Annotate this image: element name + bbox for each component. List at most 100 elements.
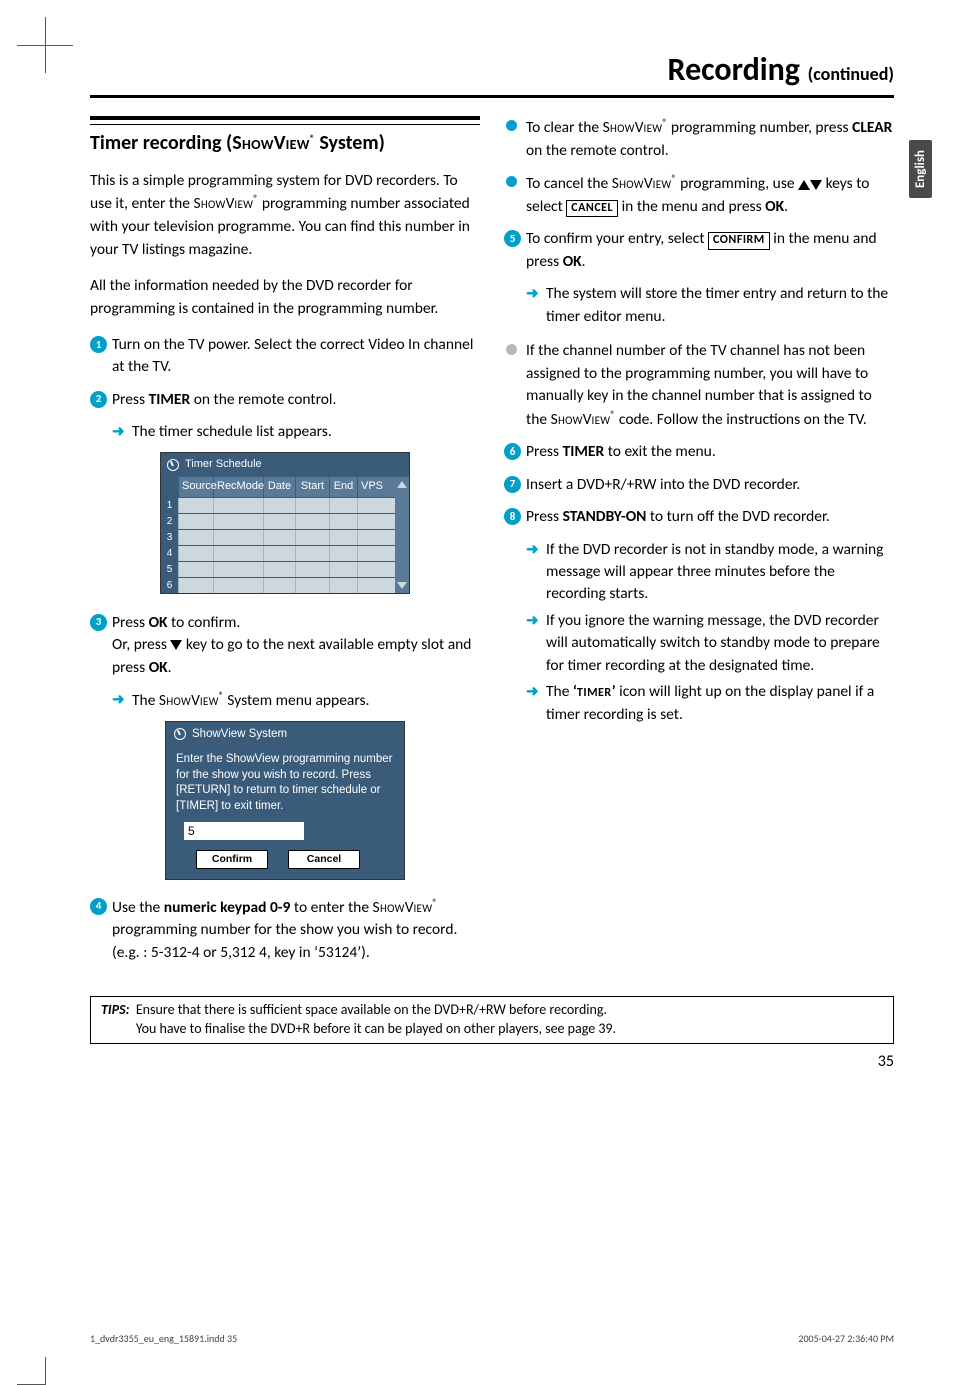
table-row: 4 bbox=[161, 545, 395, 561]
footer-timestamp: 2005-04-27 2:36:40 PM bbox=[798, 1332, 894, 1345]
col-recmode: RecMode bbox=[214, 477, 264, 497]
timer-schedule-header: Source RecMode Date Start End VPS bbox=[161, 477, 395, 497]
language-tab: English bbox=[909, 140, 932, 198]
showview-instructions: Enter the ShowView programming number fo… bbox=[176, 752, 394, 814]
step-8-result-2: ➜ If you ignore the warning message, the… bbox=[504, 610, 894, 677]
step-4-example: (e.g. : 5-312-4 or 5,312 4, key in ‘5312… bbox=[112, 943, 370, 962]
step-number-7: 7 bbox=[504, 476, 521, 493]
step-3-result-text: The ShowView® System menu appears. bbox=[132, 691, 369, 710]
step-7-text: Insert a DVD+R/+RW into the DVD recorder… bbox=[526, 475, 800, 494]
bullet-cancel-text: To cancel the ShowView® programming, use… bbox=[526, 174, 869, 215]
triangle-up-icon bbox=[798, 180, 810, 190]
tips-label: TIPS: bbox=[101, 1001, 130, 1018]
timer-schedule-box: Timer Schedule Source RecMode Date Start… bbox=[160, 452, 410, 594]
triangle-down-icon bbox=[170, 640, 182, 650]
page-number: 35 bbox=[90, 1052, 894, 1071]
arrow-icon: ➜ bbox=[112, 690, 125, 712]
step-8-result-1: ➜ If the DVD recorder is not in standby … bbox=[504, 539, 894, 606]
intro-paragraph-2: All the information needed by the DVD re… bbox=[90, 275, 480, 320]
step-8: 8 Press STANDBY-ON to turn off the DVD r… bbox=[504, 506, 894, 528]
page-title-continued: (continued) bbox=[808, 63, 894, 85]
showview-title-row: ShowView System bbox=[166, 722, 404, 747]
tips-line-2: You have to finalise the DVD+R before it… bbox=[136, 1020, 616, 1037]
tips-box: TIPS: Ensure that there is sufficient sp… bbox=[90, 996, 894, 1044]
step-3-text-a: Press OK to confirm. bbox=[112, 613, 240, 632]
showview-cancel-button: Cancel bbox=[288, 850, 360, 868]
table-row: 3 bbox=[161, 529, 395, 545]
step-1-text: Turn on the TV power. Select the correct… bbox=[112, 335, 473, 376]
intro-paragraph-1: This is a simple programming system for … bbox=[90, 170, 480, 261]
step-5: 5 To confirm your entry, select CONFIRM … bbox=[504, 228, 894, 273]
bullet-clear-text: To clear the ShowView® programming numbe… bbox=[526, 118, 892, 159]
col-source: Source bbox=[179, 477, 214, 497]
step-5-result: ➜ The system will store the timer entry … bbox=[504, 283, 894, 328]
step-number-6: 6 bbox=[504, 443, 521, 460]
cancel-label-box: CANCEL bbox=[566, 200, 618, 218]
showview-body: Enter the ShowView programming number fo… bbox=[166, 746, 404, 878]
step-6-text: Press TIMER to exit the menu. bbox=[526, 442, 716, 461]
step-2: 2 Press TIMER on the remote control. bbox=[90, 389, 480, 411]
step-number-2: 2 bbox=[90, 391, 107, 408]
right-column: To clear the ShowView® programming numbe… bbox=[504, 116, 894, 974]
bullet-icon bbox=[506, 176, 517, 187]
table-row: 6 bbox=[161, 577, 395, 593]
step-5-text: To confirm your entry, select CONFIRM in… bbox=[526, 229, 877, 270]
col-vps: VPS bbox=[358, 477, 385, 497]
step-2-result: ➜ The timer schedule list appears. bbox=[90, 421, 480, 443]
col-end: End bbox=[330, 477, 358, 497]
step-number-3: 3 bbox=[90, 614, 107, 631]
table-row: 1 bbox=[161, 497, 395, 513]
step-8-result-3-text: The ‘TIMER’ icon will light up on the di… bbox=[546, 682, 874, 723]
clock-icon bbox=[167, 459, 179, 471]
left-column: Timer recording (ShowView® System) This … bbox=[90, 116, 480, 974]
col-start: Start bbox=[296, 477, 330, 497]
step-2-text: Press TIMER on the remote control. bbox=[112, 390, 336, 409]
table-row: 2 bbox=[161, 513, 395, 529]
step-3-text-b: Or, press key to go to the next availabl… bbox=[112, 635, 471, 676]
timer-schedule-title-row: Timer Schedule bbox=[161, 453, 409, 477]
showview-number-input: 5 bbox=[184, 822, 304, 840]
crop-mark-top-left bbox=[45, 45, 73, 73]
page-title-bar: Recording (continued) bbox=[90, 50, 894, 98]
step-2-result-text: The timer schedule list appears. bbox=[132, 422, 332, 441]
step-7: 7 Insert a DVD+R/+RW into the DVD record… bbox=[504, 474, 894, 496]
bullet-icon-grey bbox=[506, 344, 517, 355]
section-heading: Timer recording (ShowView® System) bbox=[90, 131, 480, 156]
arrow-icon: ➜ bbox=[526, 284, 539, 306]
step-3: 3 Press OK to confirm. Or, press key to … bbox=[90, 612, 480, 679]
step-number-1: 1 bbox=[90, 336, 107, 353]
step-5-result-text: The system will store the timer entry an… bbox=[546, 284, 888, 325]
confirm-label-box: CONFIRM bbox=[708, 232, 770, 250]
col-date: Date bbox=[264, 477, 296, 497]
schedule-scrollbar bbox=[395, 477, 409, 593]
step-8-text: Press STANDBY-ON to turn off the DVD rec… bbox=[526, 507, 830, 526]
step-8-result-1-text: If the DVD recorder is not in standby mo… bbox=[546, 540, 883, 604]
section-heading-box: Timer recording (ShowView® System) bbox=[90, 116, 480, 156]
arrow-icon: ➜ bbox=[526, 540, 539, 562]
step-number-5: 5 bbox=[504, 230, 521, 247]
arrow-icon: ➜ bbox=[526, 611, 539, 633]
step-number-4: 4 bbox=[90, 898, 107, 915]
step-4: 4 Use the numeric keypad 0-9 to enter th… bbox=[90, 896, 480, 965]
grey-bullet-channel: If the channel number of the TV channel … bbox=[504, 340, 894, 431]
showview-confirm-button: Confirm bbox=[196, 850, 268, 868]
bullet-cancel: To cancel the ShowView® programming, use… bbox=[504, 172, 894, 218]
content-columns: Timer recording (ShowView® System) This … bbox=[90, 116, 894, 974]
showview-title: ShowView System bbox=[192, 726, 287, 743]
tips-line-1: Ensure that there is sufficient space av… bbox=[136, 1001, 607, 1018]
clock-icon bbox=[174, 728, 186, 740]
step-1: 1 Turn on the TV power. Select the corre… bbox=[90, 334, 480, 379]
scroll-down-icon bbox=[397, 582, 407, 589]
timer-schedule-title: Timer Schedule bbox=[185, 457, 262, 473]
bullet-icon bbox=[506, 120, 517, 131]
bullet-clear: To clear the ShowView® programming numbe… bbox=[504, 116, 894, 162]
footer-filename: 1_dvdr3355_eu_eng_15891.indd 35 bbox=[90, 1332, 237, 1345]
step-8-result-3: ➜ The ‘TIMER’ icon will light up on the … bbox=[504, 681, 894, 726]
step-4-text: Use the numeric keypad 0-9 to enter the … bbox=[112, 898, 457, 939]
grey-bullet-text: If the channel number of the TV channel … bbox=[526, 341, 872, 429]
scroll-up-icon bbox=[397, 481, 407, 488]
step-8-result-2-text: If you ignore the warning message, the D… bbox=[546, 611, 880, 675]
step-number-8: 8 bbox=[504, 508, 521, 525]
arrow-icon: ➜ bbox=[112, 422, 125, 444]
showview-system-box: ShowView System Enter the ShowView progr… bbox=[165, 721, 405, 880]
